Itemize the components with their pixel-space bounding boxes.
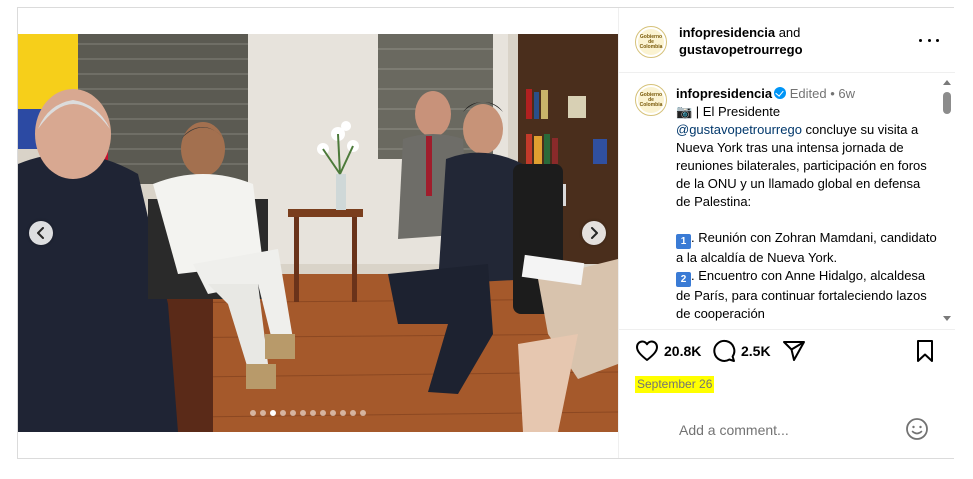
photo-illustration (18, 34, 618, 432)
post-photo (18, 34, 618, 432)
comment-count[interactable]: 2.5K (741, 339, 771, 363)
like-button[interactable]: 20.8K (635, 339, 701, 363)
collaborator-username[interactable]: gustavopetrourrego (679, 42, 803, 57)
heart-icon (636, 340, 658, 361)
comment-input[interactable] (679, 420, 899, 440)
post-side-panel: Gobierno de Colombia infopresidencia and… (618, 8, 955, 458)
caption-username[interactable]: infopresidencia (676, 86, 772, 101)
more-horizontal-icon-dot (936, 38, 939, 42)
carousel-indicator (250, 410, 366, 416)
avatar-logo: Gobierno de Colombia (638, 87, 664, 113)
post-authors: infopresidencia and gustavopetrourrego (679, 24, 899, 58)
chevron-right-icon (591, 227, 598, 239)
carousel-dot (320, 410, 326, 416)
scroll-thumb[interactable] (943, 92, 951, 114)
share-button[interactable] (782, 339, 806, 363)
keycap-1-icon: 1 (676, 234, 691, 249)
carousel-dot (310, 410, 316, 416)
carousel-dot (340, 410, 346, 416)
avatar-logo-text: Gobierno de Colombia (639, 91, 663, 108)
author-username[interactable]: infopresidencia (679, 25, 775, 40)
caption-scrollbar[interactable] (941, 76, 953, 326)
carousel-dot (330, 410, 336, 416)
author-joiner: and (778, 25, 801, 40)
caption-item-2: . Encuentro con Anne Hidalgo, alcaldesa … (676, 268, 927, 321)
chevron-left-icon (37, 227, 44, 239)
more-options-button[interactable] (919, 32, 939, 48)
comment-bar (619, 408, 955, 458)
carousel-prev-button[interactable] (29, 221, 53, 245)
carousel-dot (250, 410, 256, 416)
carousel-dot (290, 410, 296, 416)
send-icon (783, 341, 805, 361)
caption-intro: | El Presidente (692, 104, 781, 119)
meta-separator: • (830, 86, 835, 101)
carousel-dot (360, 410, 366, 416)
scroll-down-arrow-icon[interactable] (943, 316, 951, 321)
carousel-dot (300, 410, 306, 416)
caption-avatar[interactable]: Gobierno de Colombia (635, 84, 667, 116)
save-button[interactable] (915, 339, 935, 363)
avatar[interactable]: Gobierno de Colombia (635, 26, 667, 58)
more-horizontal-icon (919, 38, 922, 42)
post-media (18, 8, 618, 458)
caption-text: infopresidencia Edited • 6w 📷 | El Presi… (676, 85, 938, 323)
comment-bubble-icon (713, 339, 736, 362)
post-dialog: Gobierno de Colombia infopresidencia and… (17, 7, 955, 459)
carousel-dot-active (270, 410, 276, 416)
caption-area: Gobierno de Colombia infopresidencia Edi… (619, 74, 955, 328)
like-count[interactable]: 20.8K (664, 339, 701, 363)
carousel-dot (280, 410, 286, 416)
carousel-dot (350, 410, 356, 416)
carousel-dot (260, 410, 266, 416)
edited-label: Edited (789, 86, 827, 101)
post-date[interactable]: September 26 (635, 376, 715, 393)
avatar-logo-text: Gobierno de Colombia (639, 33, 663, 50)
keycap-2-icon: 2 (676, 272, 691, 287)
comment-button[interactable]: 2.5K (712, 339, 771, 363)
post-header: Gobierno de Colombia infopresidencia and… (619, 8, 955, 73)
camera-emoji-icon: 📷 (676, 104, 693, 119)
more-horizontal-icon-dot (927, 38, 931, 42)
post-actions: 20.8K 2.5K September 26 (619, 329, 955, 419)
bookmark-icon (917, 340, 933, 362)
caption-mention[interactable]: @gustavopetrourrego (676, 122, 802, 137)
avatar-logo: Gobierno de Colombia (638, 29, 664, 55)
verified-badge-icon (774, 87, 787, 99)
scroll-up-arrow-icon[interactable] (943, 80, 951, 85)
carousel-next-button[interactable] (582, 221, 606, 245)
caption-item-1: . Reunión con Zohran Mamdani, candidato … (676, 230, 937, 265)
emoji-smile-icon (906, 418, 928, 440)
emoji-button[interactable] (905, 417, 929, 441)
post-age[interactable]: 6w (838, 86, 855, 101)
